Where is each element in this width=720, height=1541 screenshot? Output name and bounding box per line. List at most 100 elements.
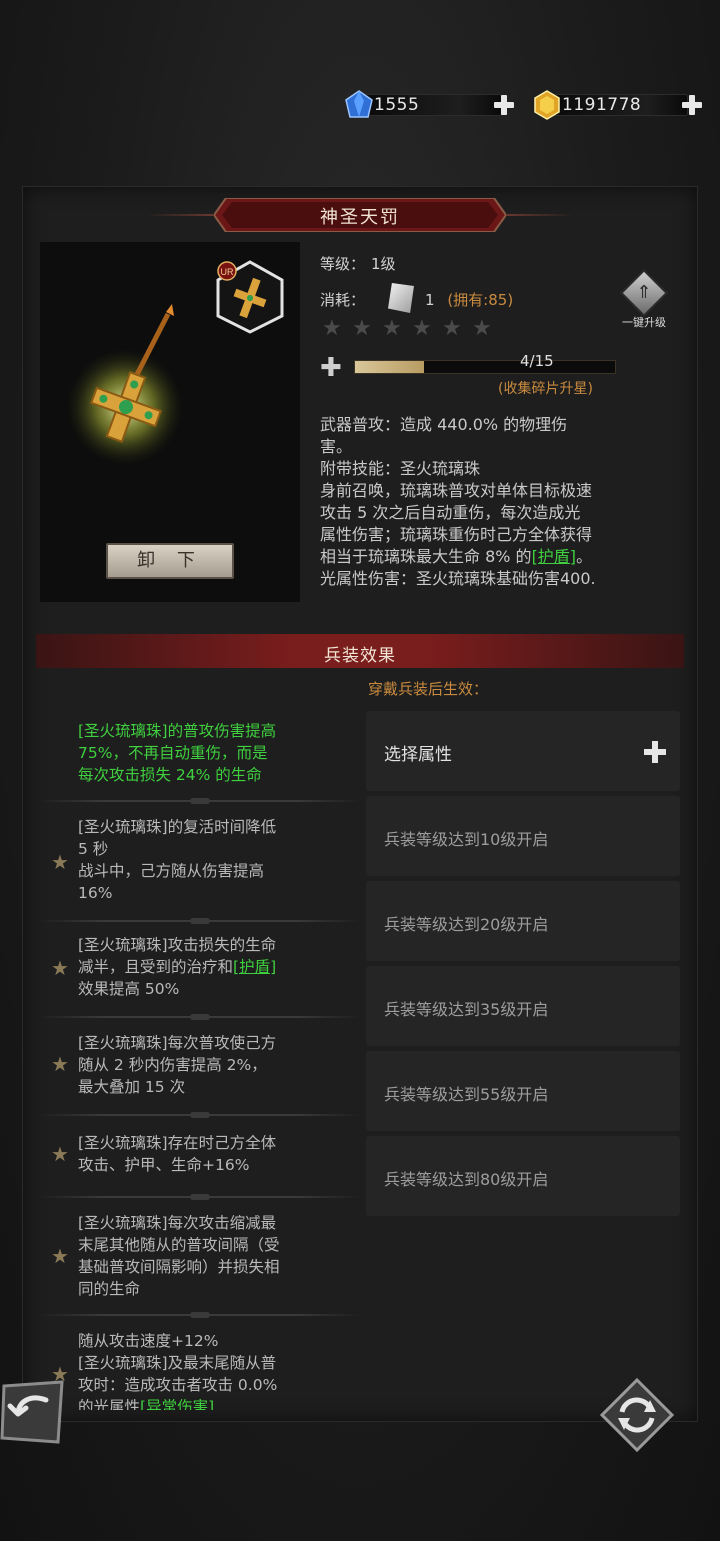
equipment-effects-header: 兵装效果 xyxy=(36,634,684,668)
effect-text: [圣火琉璃珠]存在时己方全体 攻击、护甲、生命+16% xyxy=(78,1132,358,1176)
locked-slot[interactable]: 兵装等级达到35级开启 xyxy=(366,966,680,1046)
desc-line: 攻击 5 次之后自动重伤，每次造成光 xyxy=(320,503,581,522)
slot-label: 选择属性 xyxy=(384,745,452,765)
divider xyxy=(40,1194,360,1200)
upgrade-arrow-icon xyxy=(619,268,669,318)
desc-line: 光属性伤害：圣火琉璃珠基础伤害400. xyxy=(320,569,596,588)
diamond-currency: 1555 xyxy=(344,90,520,120)
item-description: 武器普攻：造成 440.0% 的物理伤 害。 附带技能：圣火琉璃珠 身前召唤，琉… xyxy=(320,414,682,590)
cost-label: 消耗： xyxy=(320,291,366,309)
effect-line: 末尾其他随从的普攻间隔（受 xyxy=(78,1236,280,1254)
level-row: 等级： 1级 xyxy=(320,253,396,274)
star-icon: ★ xyxy=(472,316,492,341)
item-name: 神圣天罚 xyxy=(320,207,400,228)
shield-link[interactable]: [护盾] xyxy=(233,958,276,976)
upgrade-label: 一键升级 xyxy=(622,316,666,329)
effect-line: [圣火琉璃珠]攻击损失的生命 xyxy=(78,936,277,954)
effect-line: 效果提高 50% xyxy=(78,980,180,998)
item-title-banner: 神圣天罚 xyxy=(214,198,506,232)
svg-text:UR: UR xyxy=(221,267,234,277)
divider xyxy=(40,918,360,924)
level-label: 等级： xyxy=(320,255,366,273)
collect-fragments-hint: (收集碎片升星) xyxy=(498,381,593,397)
gold-gem-icon xyxy=(534,90,560,120)
star-icon: ★ xyxy=(322,316,342,341)
divider xyxy=(40,798,360,804)
locked-slot[interactable]: 兵装等级达到10级开启 xyxy=(366,796,680,876)
locked-slot[interactable]: 兵装等级达到80级开启 xyxy=(366,1136,680,1216)
slot-label: 兵装等级达到35级开启 xyxy=(384,1000,549,1019)
owned-count: (拥有:85) xyxy=(447,291,514,309)
add-gold-button[interactable] xyxy=(680,93,704,117)
effect-line: 每次攻击损失 24% 的生命 xyxy=(78,766,262,784)
fragment-progress-text: 4/15 xyxy=(520,352,554,370)
effect-line: 最大叠加 15 次 xyxy=(78,1078,186,1096)
effect-text: [圣火琉璃珠]攻击损失的生命 减半，且受到的治疗和[护盾] 效果提高 50% xyxy=(78,934,358,1000)
weapon-preview: UR 卸 下 xyxy=(40,242,300,602)
divider xyxy=(40,1312,360,1318)
desc-line: 相当于琉璃珠最大生命 8% 的[护盾]。 xyxy=(320,546,682,568)
locked-slot[interactable]: 兵装等级达到20级开启 xyxy=(366,881,680,961)
back-arrow-icon[interactable] xyxy=(0,1380,66,1446)
star-icon: ★ xyxy=(352,316,372,341)
cost-row: 消耗： xyxy=(320,289,365,310)
select-attribute-slot[interactable]: 选择属性 xyxy=(366,711,680,791)
star-icon: ★ xyxy=(51,850,69,874)
fragment-scroll-icon xyxy=(388,283,414,313)
effect-line: [圣火琉璃珠]的普攻伤害提高 xyxy=(78,722,277,740)
effect-line: 5 秒 xyxy=(78,840,109,858)
effect-text: 随从攻击速度+12% [圣火琉璃珠]及最末尾随从普 攻时：造成攻击者攻击 0.0… xyxy=(78,1330,358,1410)
star-rating: ★ ★ ★ ★ ★ ★ xyxy=(322,318,494,340)
star-icon: ★ xyxy=(51,1244,69,1268)
abnormal-damage-link[interactable]: [异常伤害] xyxy=(140,1398,214,1410)
divider xyxy=(40,1014,360,1020)
desc-line: 害。 xyxy=(320,437,353,456)
star-icon: ★ xyxy=(442,316,462,341)
effect-text: [圣火琉璃珠]的复活时间降低 5 秒 战斗中，己方随从伤害提高 16% xyxy=(78,816,358,904)
effect-line: 75%，不再自动重伤，而是 xyxy=(78,744,268,762)
effect-text: [圣火琉璃珠]的普攻伤害提高 75%，不再自动重伤，而是 每次攻击损失 24% … xyxy=(78,720,358,786)
desc-text: 。 xyxy=(576,547,593,566)
section-title: 兵装效果 xyxy=(324,646,396,666)
slot-label: 兵装等级达到80级开启 xyxy=(384,1170,549,1189)
shield-link[interactable]: [护盾] xyxy=(532,547,577,566)
fragment-progress-bar xyxy=(354,360,616,374)
effect-line: [圣火琉璃珠]及最末尾随从普 xyxy=(78,1354,277,1372)
star-icon: ★ xyxy=(51,1142,69,1166)
desc-text: 相当于琉璃珠最大生命 8% 的 xyxy=(320,547,532,566)
effect-line: [圣火琉璃珠]每次攻击缩减最 xyxy=(78,1214,277,1232)
slot-label: 兵装等级达到10级开启 xyxy=(384,830,549,849)
effect-line: 随从 2 秒内伤害提高 2%， xyxy=(78,1056,267,1074)
effect-line: 基础普攻间隔影响）并损失相 xyxy=(78,1258,280,1276)
effect-line: 随从攻击速度+12% xyxy=(78,1332,219,1350)
effect-line: [圣火琉璃珠]每次普攻使己方 xyxy=(78,1034,277,1052)
star-icon: ★ xyxy=(51,1052,69,1076)
puzzle-piece-icon: ✚ xyxy=(320,353,342,383)
title-decoration-right xyxy=(504,214,574,216)
blue-diamond-icon xyxy=(345,90,373,118)
effect-line: 减半，且受到的治疗和[护盾] xyxy=(78,956,358,978)
refresh-icon[interactable] xyxy=(600,1378,674,1452)
equip-note: 穿戴兵装后生效： xyxy=(368,680,489,698)
gold-amount: 1191778 xyxy=(562,95,642,115)
unequip-button[interactable]: 卸 下 xyxy=(106,543,234,579)
gold-currency: 1191778 xyxy=(532,90,712,120)
add-diamond-button[interactable] xyxy=(492,93,516,117)
title-decoration-left xyxy=(146,214,216,216)
cost-amount-row: 1 (拥有:85) xyxy=(425,289,513,310)
effect-text: [圣火琉璃珠]每次攻击缩减最 末尾其他随从的普攻间隔（受 基础普攻间隔影响）并损… xyxy=(78,1212,358,1300)
rarity-badge-icon: UR xyxy=(217,261,237,281)
effect-text: [圣火琉璃珠]每次普攻使己方 随从 2 秒内伤害提高 2%， 最大叠加 15 次 xyxy=(78,1032,358,1098)
one-key-upgrade-button[interactable]: 一键升级 xyxy=(612,268,676,330)
desc-line: 属性伤害；琉璃珠重伤时己方全体获得 xyxy=(320,525,593,544)
desc-line: 身前召唤，琉璃珠普攻对单体目标极速 xyxy=(320,481,593,500)
locked-slot[interactable]: 兵装等级达到55级开启 xyxy=(366,1051,680,1131)
add-attribute-icon xyxy=(644,741,666,763)
effect-line: 的光属性[异常伤害] xyxy=(78,1396,358,1410)
effect-line: 战斗中，己方随从伤害提高 xyxy=(78,862,265,880)
cost-count: 1 xyxy=(425,291,435,309)
diamond-amount: 1555 xyxy=(374,95,420,115)
fragment-progress-fill xyxy=(355,361,425,373)
effect-line: 攻击、护甲、生命+16% xyxy=(78,1156,250,1174)
star-icon: ★ xyxy=(51,956,69,980)
